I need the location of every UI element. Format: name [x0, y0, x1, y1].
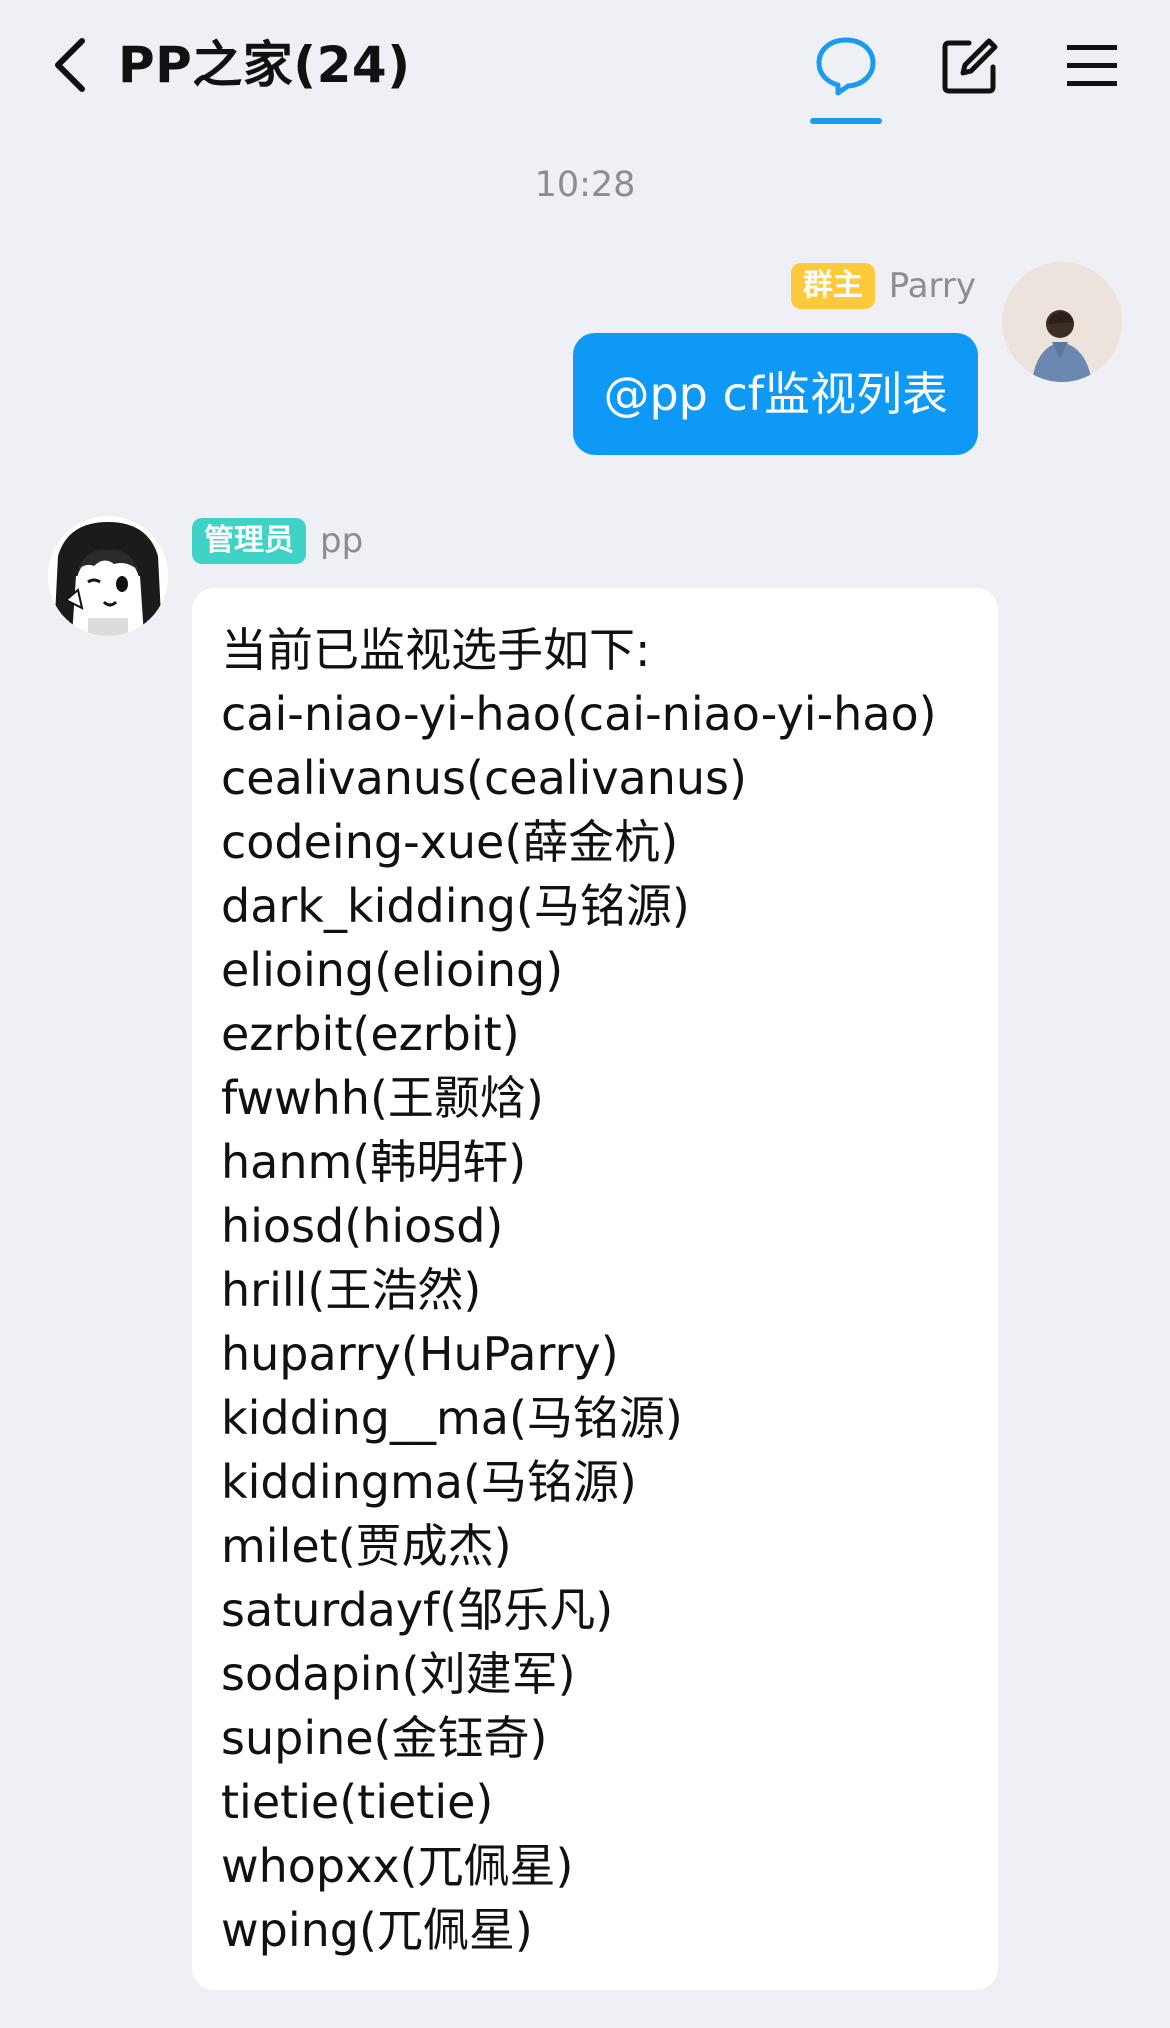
- message-line: cai-niao-yi-hao(cai-niao-yi-hao): [221, 687, 937, 741]
- avatar-parry[interactable]: [1002, 262, 1122, 382]
- owner-badge: 群主: [790, 263, 875, 309]
- avatar-pp[interactable]: [48, 516, 168, 636]
- message-line: tietie(tietie): [221, 1775, 494, 1829]
- outgoing-message-bubble[interactable]: @pp cf监视列表: [573, 333, 978, 455]
- message-line: cealivanus(cealivanus): [221, 751, 747, 805]
- message-line: kidding__ma(马铭源): [221, 1391, 683, 1445]
- message-line: sodapin(刘建军): [221, 1647, 576, 1701]
- message-line: huparry(HuParry): [221, 1327, 619, 1381]
- anime-avatar-icon: [48, 516, 168, 636]
- back-button[interactable]: [40, 30, 100, 100]
- chat-bubble-icon: [816, 37, 876, 96]
- chat-tab-button[interactable]: [810, 30, 882, 102]
- incoming-message-bubble[interactable]: 当前已监视选手如下: cai-niao-yi-hao(cai-niao-yi-h…: [192, 588, 998, 1990]
- sender-row-outgoing: 群主 Parry: [790, 262, 976, 310]
- message-line: hiosd(hiosd): [221, 1199, 504, 1253]
- message-line: ezrbit(ezrbit): [221, 1007, 520, 1061]
- active-tab-indicator: [810, 118, 882, 124]
- sender-row-incoming: 管理员 pp: [192, 517, 363, 565]
- message-line: milet(贾成杰): [221, 1519, 512, 1573]
- message-line: hanm(韩明轩): [221, 1135, 527, 1189]
- chat-header: PP之家(24): [0, 0, 1170, 130]
- message-line: elioing(elioing): [221, 943, 564, 997]
- message-line: fwwhh(王颢焓): [221, 1071, 544, 1125]
- chat-title[interactable]: PP之家(24): [118, 30, 411, 100]
- person-avatar-icon: [1002, 262, 1122, 382]
- message-line: wping(兀佩星): [221, 1903, 533, 1957]
- message-line: supine(金钰奇): [221, 1711, 548, 1765]
- admin-badge: 管理员: [192, 518, 306, 564]
- message-line: codeing-xue(薛金杭): [221, 815, 679, 869]
- message-timestamp: 10:28: [534, 165, 636, 205]
- sender-name[interactable]: pp: [320, 521, 363, 561]
- menu-icon: [1067, 45, 1117, 86]
- back-chevron-icon: [55, 38, 85, 92]
- edit-button[interactable]: [934, 30, 1006, 102]
- message-line: saturdayf(邹乐凡): [221, 1583, 614, 1637]
- menu-button[interactable]: [1056, 30, 1128, 102]
- message-line: whopxx(兀佩星): [221, 1839, 574, 1893]
- message-line: dark_kidding(马铭源): [221, 879, 690, 933]
- message-line: hrill(王浩然): [221, 1263, 482, 1317]
- message-line: kiddingma(马铭源): [221, 1455, 637, 1509]
- message-line: 当前已监视选手如下:: [221, 623, 651, 677]
- edit-icon: [942, 38, 998, 94]
- sender-name[interactable]: Parry: [889, 266, 976, 306]
